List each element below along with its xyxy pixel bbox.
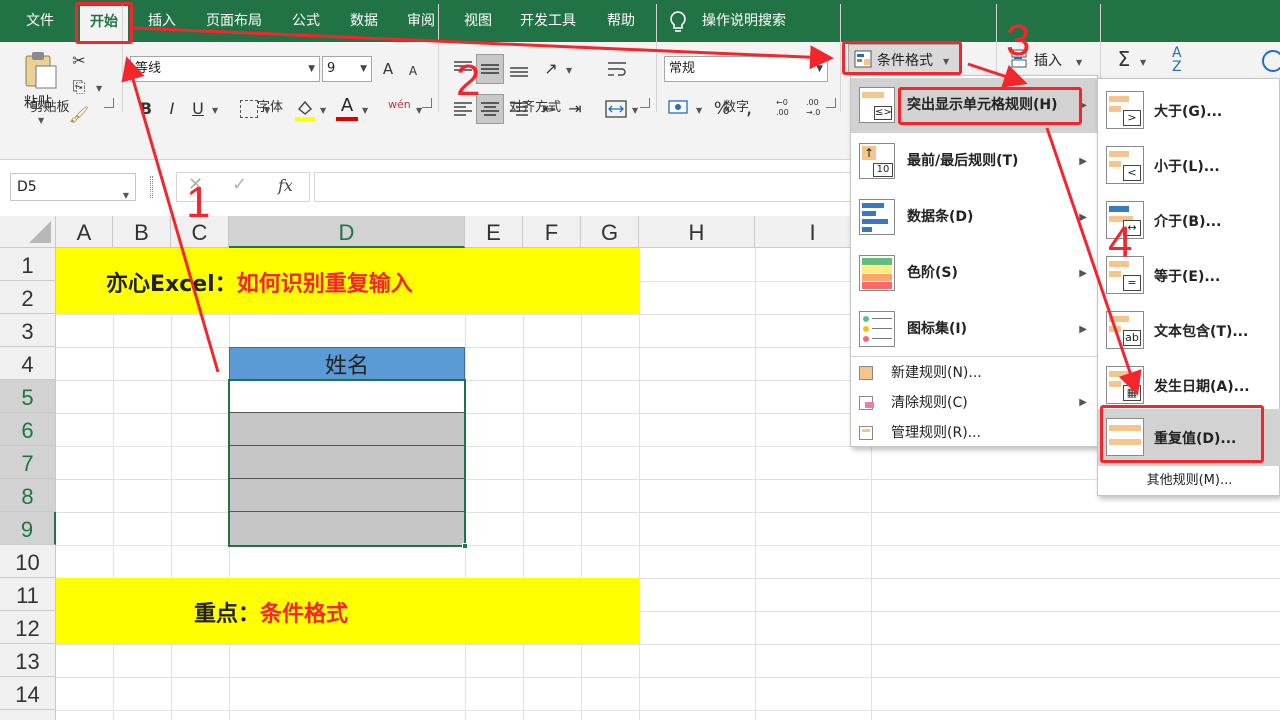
step-number-4: 4 — [1108, 218, 1133, 267]
step-number-3: 3 — [1006, 16, 1031, 65]
step-number-1: 1 — [186, 178, 211, 227]
annotation-arrows — [121, 26, 1142, 396]
step-number-2: 2 — [456, 56, 481, 105]
